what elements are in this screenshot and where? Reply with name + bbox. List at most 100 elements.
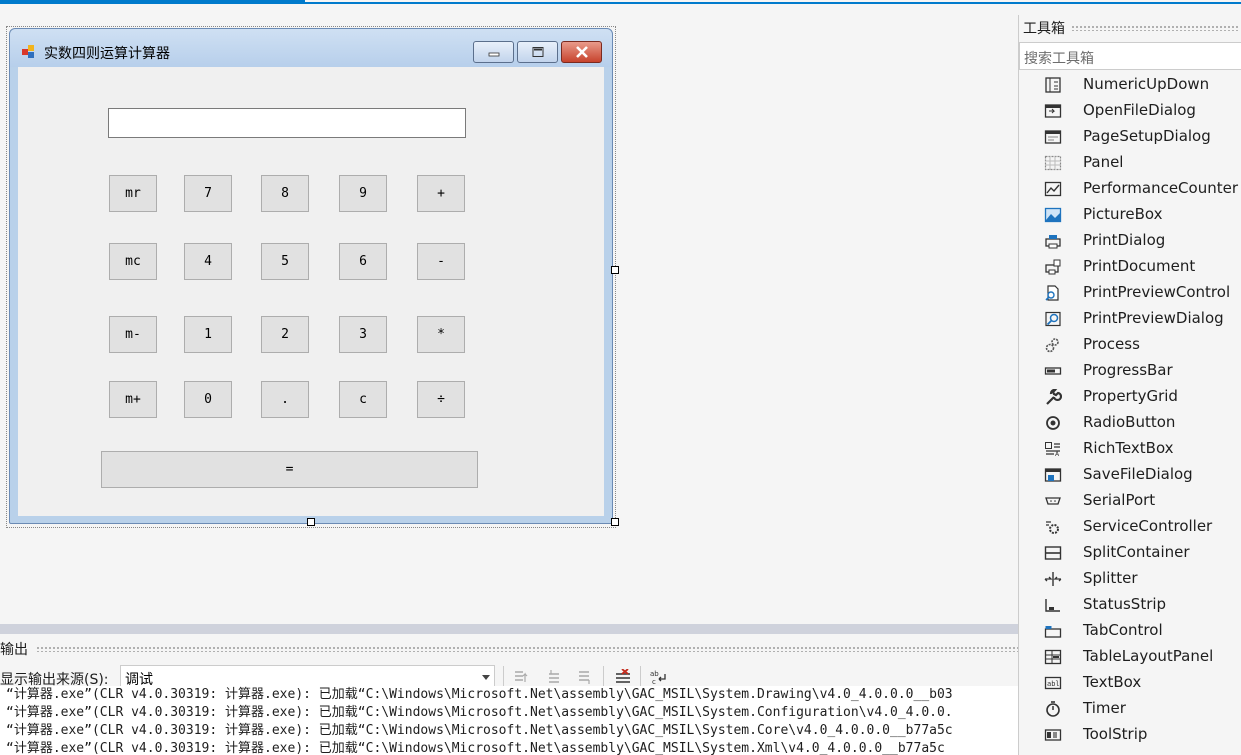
output-splitter[interactable] <box>0 624 1018 634</box>
toolbox-item[interactable]: Splitter <box>1019 566 1241 592</box>
save-file-dialog-icon <box>1044 467 1062 483</box>
document-tab-strip <box>0 0 1241 4</box>
picture-box-icon <box>1044 207 1062 223</box>
toolbox-item[interactable]: NumericUpDown <box>1019 72 1241 98</box>
calculator-display[interactable] <box>108 108 466 138</box>
toolbox-item-label: Panel <box>1083 153 1124 171</box>
toolbox-item[interactable]: ToolStrip <box>1019 722 1241 748</box>
toolbox-item[interactable]: Panel <box>1019 150 1241 176</box>
toolbox-item-label: PageSetupDialog <box>1083 127 1211 145</box>
digit-6-button[interactable]: 6 <box>339 243 387 280</box>
find-previous-icon <box>515 671 528 682</box>
open-file-dialog-icon <box>1044 103 1062 119</box>
output-text[interactable]: “计算器.exe”(CLR v4.0.30319: 计算器.exe): 已加载“… <box>0 686 1018 755</box>
toolbox-item[interactable]: TableLayoutPanel <box>1019 644 1241 670</box>
toolbox-item-label: PerformanceCounter <box>1083 179 1238 197</box>
divide-button[interactable]: ÷ <box>417 381 465 418</box>
output-line: “计算器.exe”(CLR v4.0.30319: 计算器.exe): 已加载“… <box>6 687 953 702</box>
output-line: “计算器.exe”(CLR v4.0.30319: 计算器.exe): 已加载“… <box>6 723 953 738</box>
next-message-icon <box>579 671 590 684</box>
toolbox-item[interactable]: Process <box>1019 332 1241 358</box>
toolbox-item[interactable]: PropertyGrid <box>1019 384 1241 410</box>
toolbox-item-label: Process <box>1083 335 1140 353</box>
app-icon <box>22 45 36 59</box>
toolbox-item[interactable]: SerialPort <box>1019 488 1241 514</box>
find-previous-message-button[interactable] <box>510 667 532 687</box>
close-button[interactable] <box>561 41 602 63</box>
toolbox-item[interactable]: PictureBox <box>1019 202 1241 228</box>
clear-all-button[interactable] <box>612 667 634 687</box>
form-client-area: mr 7 8 9 + mc 4 5 6- m- 1 2 3 * m+ 0. c ÷ = <box>18 67 604 516</box>
form-window[interactable]: 实数四则运算计算器 mr 7 8 9 + mc 4 5 6- m- 1 2 3 * m+ 0. c ÷ = <box>9 28 613 524</box>
toolbox-item[interactable]: StatusStrip <box>1019 592 1241 618</box>
toggle-word-wrap-button[interactable]: ab c <box>648 667 670 687</box>
toolbox-item-label: ProgressBar <box>1083 361 1173 379</box>
toolbox-header-grip[interactable] <box>1071 25 1238 31</box>
minus-button[interactable]: - <box>417 243 465 280</box>
equals-button[interactable]: = <box>101 451 478 488</box>
toolbox-item[interactable]: PrintPreviewControl <box>1019 280 1241 306</box>
toolbox-item[interactable]: OpenFileDialog <box>1019 98 1241 124</box>
mr-button[interactable]: mr <box>109 175 157 212</box>
output-header-grip[interactable] <box>36 646 1018 652</box>
resize-handle-bottom[interactable] <box>307 518 315 526</box>
toolbox-item[interactable]: RadioButton <box>1019 410 1241 436</box>
toolbox-item[interactable]: SaveFileDialog <box>1019 462 1241 488</box>
toolbox-item[interactable]: PrintDialog <box>1019 228 1241 254</box>
decimal-button[interactable]: . <box>261 381 309 418</box>
toolbox-item[interactable]: TabControl <box>1019 618 1241 644</box>
toolbox-item-label: SaveFileDialog <box>1083 465 1193 483</box>
mc-button[interactable]: mc <box>109 243 157 280</box>
toolbox-item[interactable]: A RichTextBox <box>1019 436 1241 462</box>
digit-2-button[interactable]: 2 <box>261 316 309 353</box>
toolbox-item[interactable]: abl TextBox <box>1019 670 1241 696</box>
m-minus-button[interactable]: m- <box>109 316 157 353</box>
toolbox-item-label: Timer <box>1083 699 1126 717</box>
toolbar-separator <box>640 666 641 688</box>
property-grid-icon <box>1044 389 1062 405</box>
progress-bar-icon <box>1044 363 1062 379</box>
clear-button[interactable]: c <box>339 381 387 418</box>
multiply-button[interactable]: * <box>417 316 465 353</box>
radio-button-icon <box>1044 415 1062 431</box>
go-to-previous-message-button[interactable] <box>544 667 566 687</box>
performance-counter-icon <box>1044 181 1062 197</box>
toolbox-item[interactable]: ServiceController <box>1019 514 1241 540</box>
go-to-next-message-button[interactable] <box>574 667 596 687</box>
splitter-icon <box>1044 571 1062 587</box>
toolbox-item-label: RadioButton <box>1083 413 1176 431</box>
form-designer-surface[interactable]: 实数四则运算计算器 mr 7 8 9 + mc 4 5 6- m- 1 2 3 * m+ 0. c ÷ = <box>0 6 1018 624</box>
digit-1-button[interactable]: 1 <box>184 316 232 353</box>
resize-handle-right[interactable] <box>611 266 619 274</box>
digit-4-button[interactable]: 4 <box>184 243 232 280</box>
maximize-button[interactable] <box>517 41 558 63</box>
toolbox-item[interactable]: ProgressBar <box>1019 358 1241 384</box>
toolbox-item[interactable]: PrintPreviewDialog <box>1019 306 1241 332</box>
toolbox-item[interactable]: Timer <box>1019 696 1241 722</box>
digit-5-button[interactable]: 5 <box>261 243 309 280</box>
plus-button[interactable]: + <box>417 175 465 212</box>
digit-8-button[interactable]: 8 <box>261 175 309 212</box>
resize-handle-corner[interactable] <box>611 518 619 526</box>
toolbox-item[interactable]: SplitContainer <box>1019 540 1241 566</box>
toolbox-item[interactable]: PerformanceCounter <box>1019 176 1241 202</box>
digit-9-button[interactable]: 9 <box>339 175 387 212</box>
toolbar-separator <box>503 666 504 688</box>
active-tab-indicator[interactable] <box>0 0 305 4</box>
m-plus-button[interactable]: m+ <box>109 381 157 418</box>
toolbox-item[interactable]: PageSetupDialog <box>1019 124 1241 150</box>
digit-0-button[interactable]: 0 <box>184 381 232 418</box>
toolbox-item-label: TabControl <box>1083 621 1163 639</box>
toolbox-item-label: TextBox <box>1083 673 1142 691</box>
previous-message-icon <box>549 670 559 683</box>
digit-7-button[interactable]: 7 <box>184 175 232 212</box>
minimize-button[interactable] <box>473 41 514 63</box>
toolbox-search-input[interactable]: 搜索工具箱 <box>1019 42 1241 70</box>
toolbox-item[interactable]: PrintDocument <box>1019 254 1241 280</box>
digit-3-button[interactable]: 3 <box>339 316 387 353</box>
toolbox-item-label: OpenFileDialog <box>1083 101 1196 119</box>
output-line: “计算器.exe”(CLR v4.0.30319: 计算器.exe): 已加载“… <box>6 741 945 755</box>
service-controller-icon <box>1044 519 1062 535</box>
serial-port-icon <box>1044 493 1062 509</box>
form-title-bar[interactable]: 实数四则运算计算器 <box>10 29 612 67</box>
